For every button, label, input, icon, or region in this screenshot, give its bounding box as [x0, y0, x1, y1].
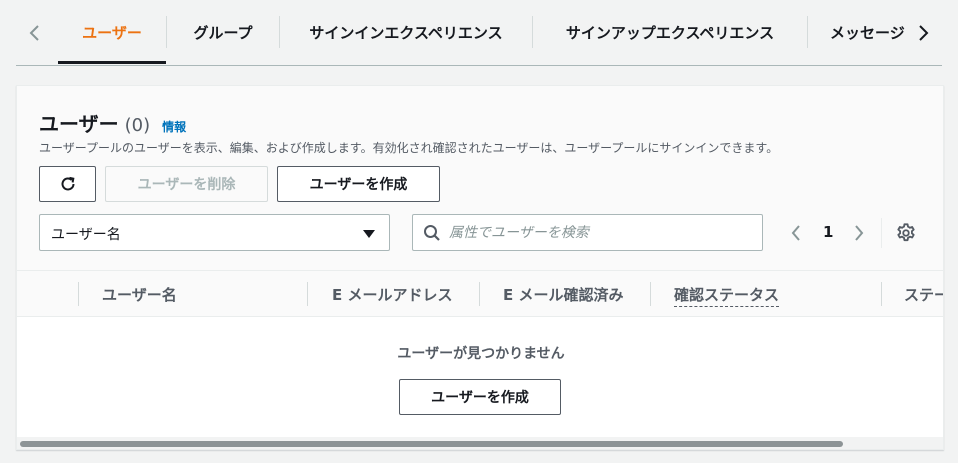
chevron-right-icon — [855, 225, 864, 241]
column-header-status[interactable]: ステータス — [904, 284, 943, 305]
panel-description: ユーザープールのユーザーを表示、編集、および作成します。有効化され確認されたユー… — [39, 141, 779, 155]
search-icon — [424, 225, 440, 241]
previous-page-button[interactable] — [787, 222, 805, 244]
tab-sign-in-experience[interactable]: サインインエクスペリエンス — [280, 0, 532, 64]
tab-divider — [807, 16, 808, 48]
user-count: (0) — [124, 115, 151, 136]
page-number[interactable]: 1 — [823, 223, 833, 241]
create-user-button[interactable]: ユーザーを作成 — [277, 166, 440, 202]
tab-groups[interactable]: グループ — [167, 0, 279, 64]
search-input[interactable] — [449, 221, 749, 245]
chevron-left-icon — [29, 25, 39, 41]
tab-scroll-right-button[interactable] — [912, 20, 934, 46]
horizontal-scrollbar[interactable] — [17, 437, 943, 449]
column-divider — [78, 282, 79, 306]
tab-messaging[interactable]: メッセージ — [830, 0, 905, 64]
table-body: ユーザーが見つかりません ユーザーを作成 — [17, 317, 943, 437]
column-divider — [881, 282, 882, 306]
page-title: ユーザー — [39, 112, 119, 136]
column-header-confirmation-status[interactable]: 確認ステータス — [674, 284, 780, 307]
delete-user-button[interactable]: ユーザーを削除 — [105, 166, 268, 202]
refresh-button[interactable] — [39, 166, 96, 202]
table-header: ユーザー名 E メールアドレス E メール確認済み 確認ステータス ステータス — [17, 270, 943, 317]
gear-icon[interactable] — [895, 222, 917, 244]
column-header-email-verified[interactable]: E メール確認済み — [503, 284, 623, 305]
empty-state-message: ユーザーが見つかりません — [397, 346, 565, 362]
refresh-icon — [61, 176, 74, 191]
column-header-username[interactable]: ユーザー名 — [102, 284, 177, 305]
panel-header: ユーザー (0) 情報 — [39, 108, 186, 137]
info-link[interactable]: 情報 — [162, 118, 186, 135]
tab-clip: メッセージ — [812, 0, 906, 64]
property-select[interactable]: ユーザー名 — [39, 214, 390, 251]
tab-sign-up-experience[interactable]: サインアップエクスペリエンス — [533, 0, 807, 64]
chevron-left-icon — [791, 225, 800, 241]
tab-bar: ユーザー グループ サインインエクスペリエンス サインアップエクスペリエンス メ… — [0, 0, 958, 66]
chevron-right-icon — [919, 25, 929, 41]
column-divider — [650, 282, 651, 306]
property-select-value: ユーザー名 — [51, 227, 121, 243]
next-page-button[interactable] — [850, 222, 868, 244]
pager-divider — [881, 218, 882, 248]
tab-bar-underline — [16, 65, 942, 66]
column-divider — [479, 282, 480, 306]
users-panel: ユーザー (0) 情報 ユーザープールのユーザーを表示、編集、および作成します。… — [16, 85, 944, 450]
search-box — [412, 214, 763, 251]
scrollbar-thumb[interactable] — [20, 441, 843, 447]
caret-down-icon — [363, 230, 375, 238]
tab-scroll-left-button[interactable] — [24, 20, 46, 46]
column-header-email[interactable]: E メールアドレス — [332, 284, 452, 305]
tab-users[interactable]: ユーザー — [58, 0, 166, 64]
empty-state-create-user-button[interactable]: ユーザーを作成 — [399, 379, 561, 415]
column-divider — [307, 282, 308, 306]
